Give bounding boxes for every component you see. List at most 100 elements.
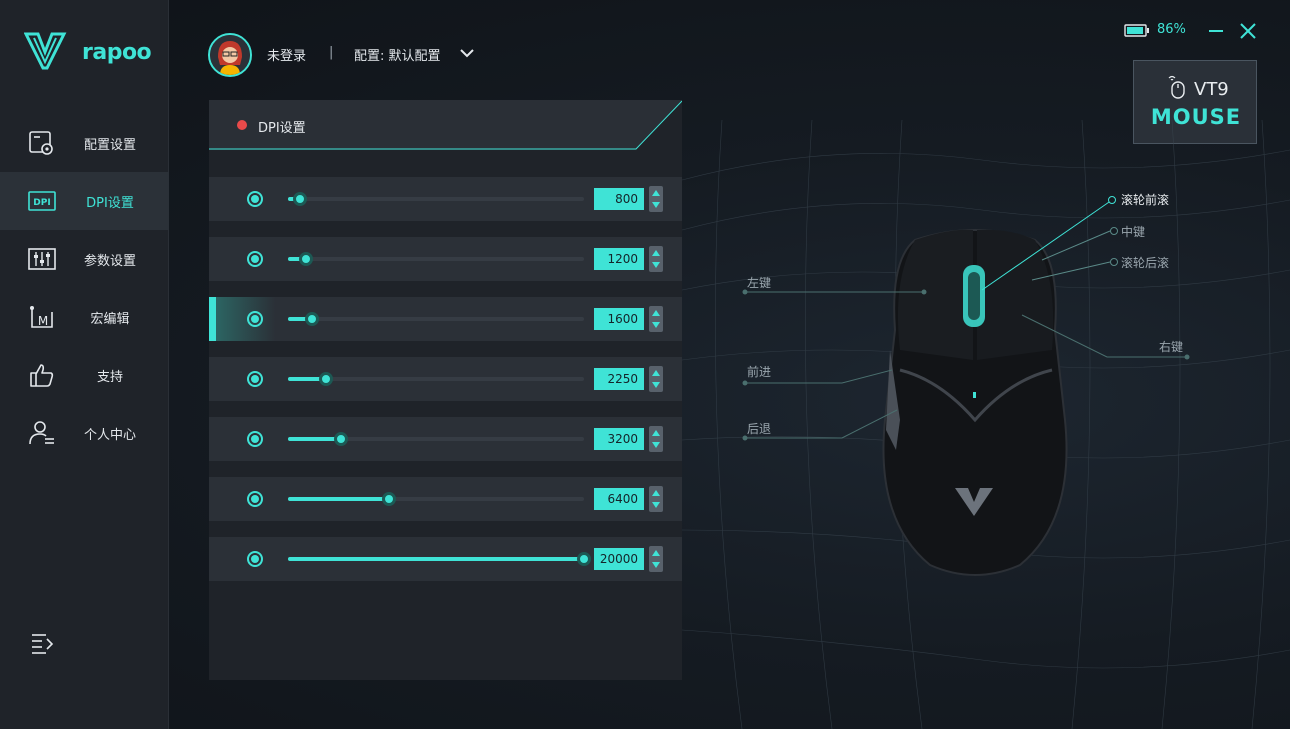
dpi-slider-fill: [288, 437, 342, 441]
collapse-sidebar-icon[interactable]: [30, 632, 54, 654]
dpi-level-radio[interactable]: [247, 371, 263, 387]
dpi-value-input[interactable]: 3200: [594, 428, 644, 450]
sidebar-item-profile[interactable]: 配置设置: [0, 114, 169, 172]
svg-text:M: M: [38, 314, 48, 328]
sidebar-nav: 配置设置 DPI DPI设置 参数设置 M 宏编辑 支持 个人中心: [0, 114, 169, 462]
sidebar-item-user-center[interactable]: 个人中心: [0, 404, 169, 462]
dpi-slider-thumb[interactable]: [334, 432, 349, 446]
sidebar-item-macro[interactable]: M 宏编辑: [0, 288, 169, 346]
label-right-button: 右键: [1159, 340, 1184, 354]
header-separator: |: [329, 45, 334, 60]
stepper-up-icon[interactable]: [652, 490, 660, 496]
app-window: rapoo 配置设置 DPI DPI设置 参数设置 M 宏编辑 支持 个人中心 …: [0, 0, 1290, 729]
sidebar-item-label: DPI设置: [86, 195, 134, 211]
device-name: VT9: [1194, 79, 1229, 100]
dpi-level-radio[interactable]: [247, 431, 263, 447]
dpi-slider[interactable]: [288, 492, 584, 506]
stepper-down-icon[interactable]: [652, 262, 660, 268]
avatar[interactable]: [208, 33, 252, 77]
dpi-level-radio[interactable]: [247, 491, 263, 507]
panel-title: DPI设置: [258, 121, 306, 136]
sidebar-item-support[interactable]: 支持: [0, 346, 169, 404]
stepper-up-icon[interactable]: [652, 310, 660, 316]
stepper-up-icon[interactable]: [652, 190, 660, 196]
dpi-level-row[interactable]: 3200: [209, 417, 682, 461]
dpi-level-row[interactable]: 2250: [209, 357, 682, 401]
battery-level: 86%: [1157, 22, 1186, 37]
dpi-slider[interactable]: [288, 312, 584, 326]
dpi-slider-thumb[interactable]: [298, 252, 313, 266]
minimize-icon[interactable]: [1207, 22, 1225, 40]
stepper-up-icon[interactable]: [652, 430, 660, 436]
sidebar-item-label: 参数设置: [83, 253, 136, 269]
active-row-indicator: [209, 297, 216, 341]
stepper-down-icon[interactable]: [652, 442, 660, 448]
dpi-slider-thumb[interactable]: [304, 312, 319, 326]
dpi-value-input[interactable]: 1200: [594, 248, 644, 270]
stepper-up-icon[interactable]: [652, 370, 660, 376]
stepper-down-icon[interactable]: [652, 562, 660, 568]
rapoo-logo-text: rapoo: [82, 40, 152, 65]
dpi-stepper[interactable]: [649, 426, 663, 452]
dpi-level-radio[interactable]: [247, 311, 263, 327]
sidebar-item-dpi[interactable]: DPI DPI设置: [0, 172, 169, 230]
dpi-slider-thumb[interactable]: [381, 492, 396, 506]
dpi-slider[interactable]: [288, 432, 584, 446]
dpi-slider-thumb[interactable]: [292, 192, 307, 206]
dpi-level-radio[interactable]: [247, 551, 263, 567]
dpi-value-input[interactable]: 1600: [594, 308, 644, 330]
label-forward-button: 前进: [747, 365, 772, 379]
dpi-level-row[interactable]: 800: [209, 177, 682, 221]
label-left-button: 左键: [747, 276, 772, 290]
label-back-button: 后退: [747, 422, 772, 436]
sidebar-item-params[interactable]: 参数设置: [0, 230, 169, 288]
sidebar-item-label: 宏编辑: [90, 311, 130, 327]
dpi-slider[interactable]: [288, 192, 584, 206]
dpi-value-input[interactable]: 2250: [594, 368, 644, 390]
dpi-stepper[interactable]: [649, 186, 663, 212]
dpi-stepper[interactable]: [649, 366, 663, 392]
user-name[interactable]: 未登录: [267, 45, 306, 64]
dpi-value-input[interactable]: 800: [594, 188, 644, 210]
profile-settings-icon: [29, 131, 53, 155]
stepper-down-icon[interactable]: [652, 322, 660, 328]
dpi-slider-thumb[interactable]: [577, 552, 591, 566]
macro-icon: M: [30, 306, 53, 328]
dpi-stepper[interactable]: [649, 246, 663, 272]
dpi-icon: DPI: [28, 191, 56, 211]
wireless-mouse-icon: [1168, 75, 1185, 99]
stepper-up-icon[interactable]: [652, 250, 660, 256]
dpi-panel-header: DPI设置: [209, 100, 682, 150]
dpi-slider[interactable]: [288, 252, 584, 266]
chevron-down-icon[interactable]: [459, 46, 475, 60]
stepper-up-icon[interactable]: [652, 550, 660, 556]
label-middle-button: 中键: [1121, 225, 1146, 239]
stepper-down-icon[interactable]: [652, 502, 660, 508]
dpi-level-row[interactable]: 1200: [209, 237, 682, 281]
label-scroll-up: 滚轮前滚: [1121, 193, 1170, 207]
user-center-icon: [29, 421, 54, 445]
dpi-level-row[interactable]: 20000: [209, 537, 682, 581]
stepper-down-icon[interactable]: [652, 202, 660, 208]
dpi-slider-thumb[interactable]: [319, 372, 334, 386]
dpi-stepper[interactable]: [649, 546, 663, 572]
user-avatar-icon: [210, 35, 250, 75]
dpi-level-radio[interactable]: [247, 191, 263, 207]
dpi-value-input[interactable]: 6400: [594, 488, 644, 510]
sidebar-item-label: 支持: [96, 369, 123, 385]
dpi-slider-fill: [288, 497, 389, 501]
config-selector-label[interactable]: 配置: 默认配置: [354, 45, 441, 64]
close-icon[interactable]: [1239, 22, 1257, 40]
svg-text:DPI: DPI: [33, 198, 50, 208]
dpi-level-row[interactable]: 6400: [209, 477, 682, 521]
stepper-down-icon[interactable]: [652, 382, 660, 388]
dpi-panel: DPI设置 800 1200 1600 2250 3200 6400 20000: [209, 100, 682, 680]
dpi-value-input[interactable]: 20000: [594, 548, 644, 570]
dpi-level-radio[interactable]: [247, 251, 263, 267]
dpi-stepper[interactable]: [649, 486, 663, 512]
label-scroll-down: 滚轮后滚: [1121, 256, 1170, 270]
dpi-level-row[interactable]: 1600: [209, 297, 682, 341]
dpi-slider[interactable]: [288, 372, 584, 386]
dpi-stepper[interactable]: [649, 306, 663, 332]
dpi-slider[interactable]: [288, 552, 591, 566]
